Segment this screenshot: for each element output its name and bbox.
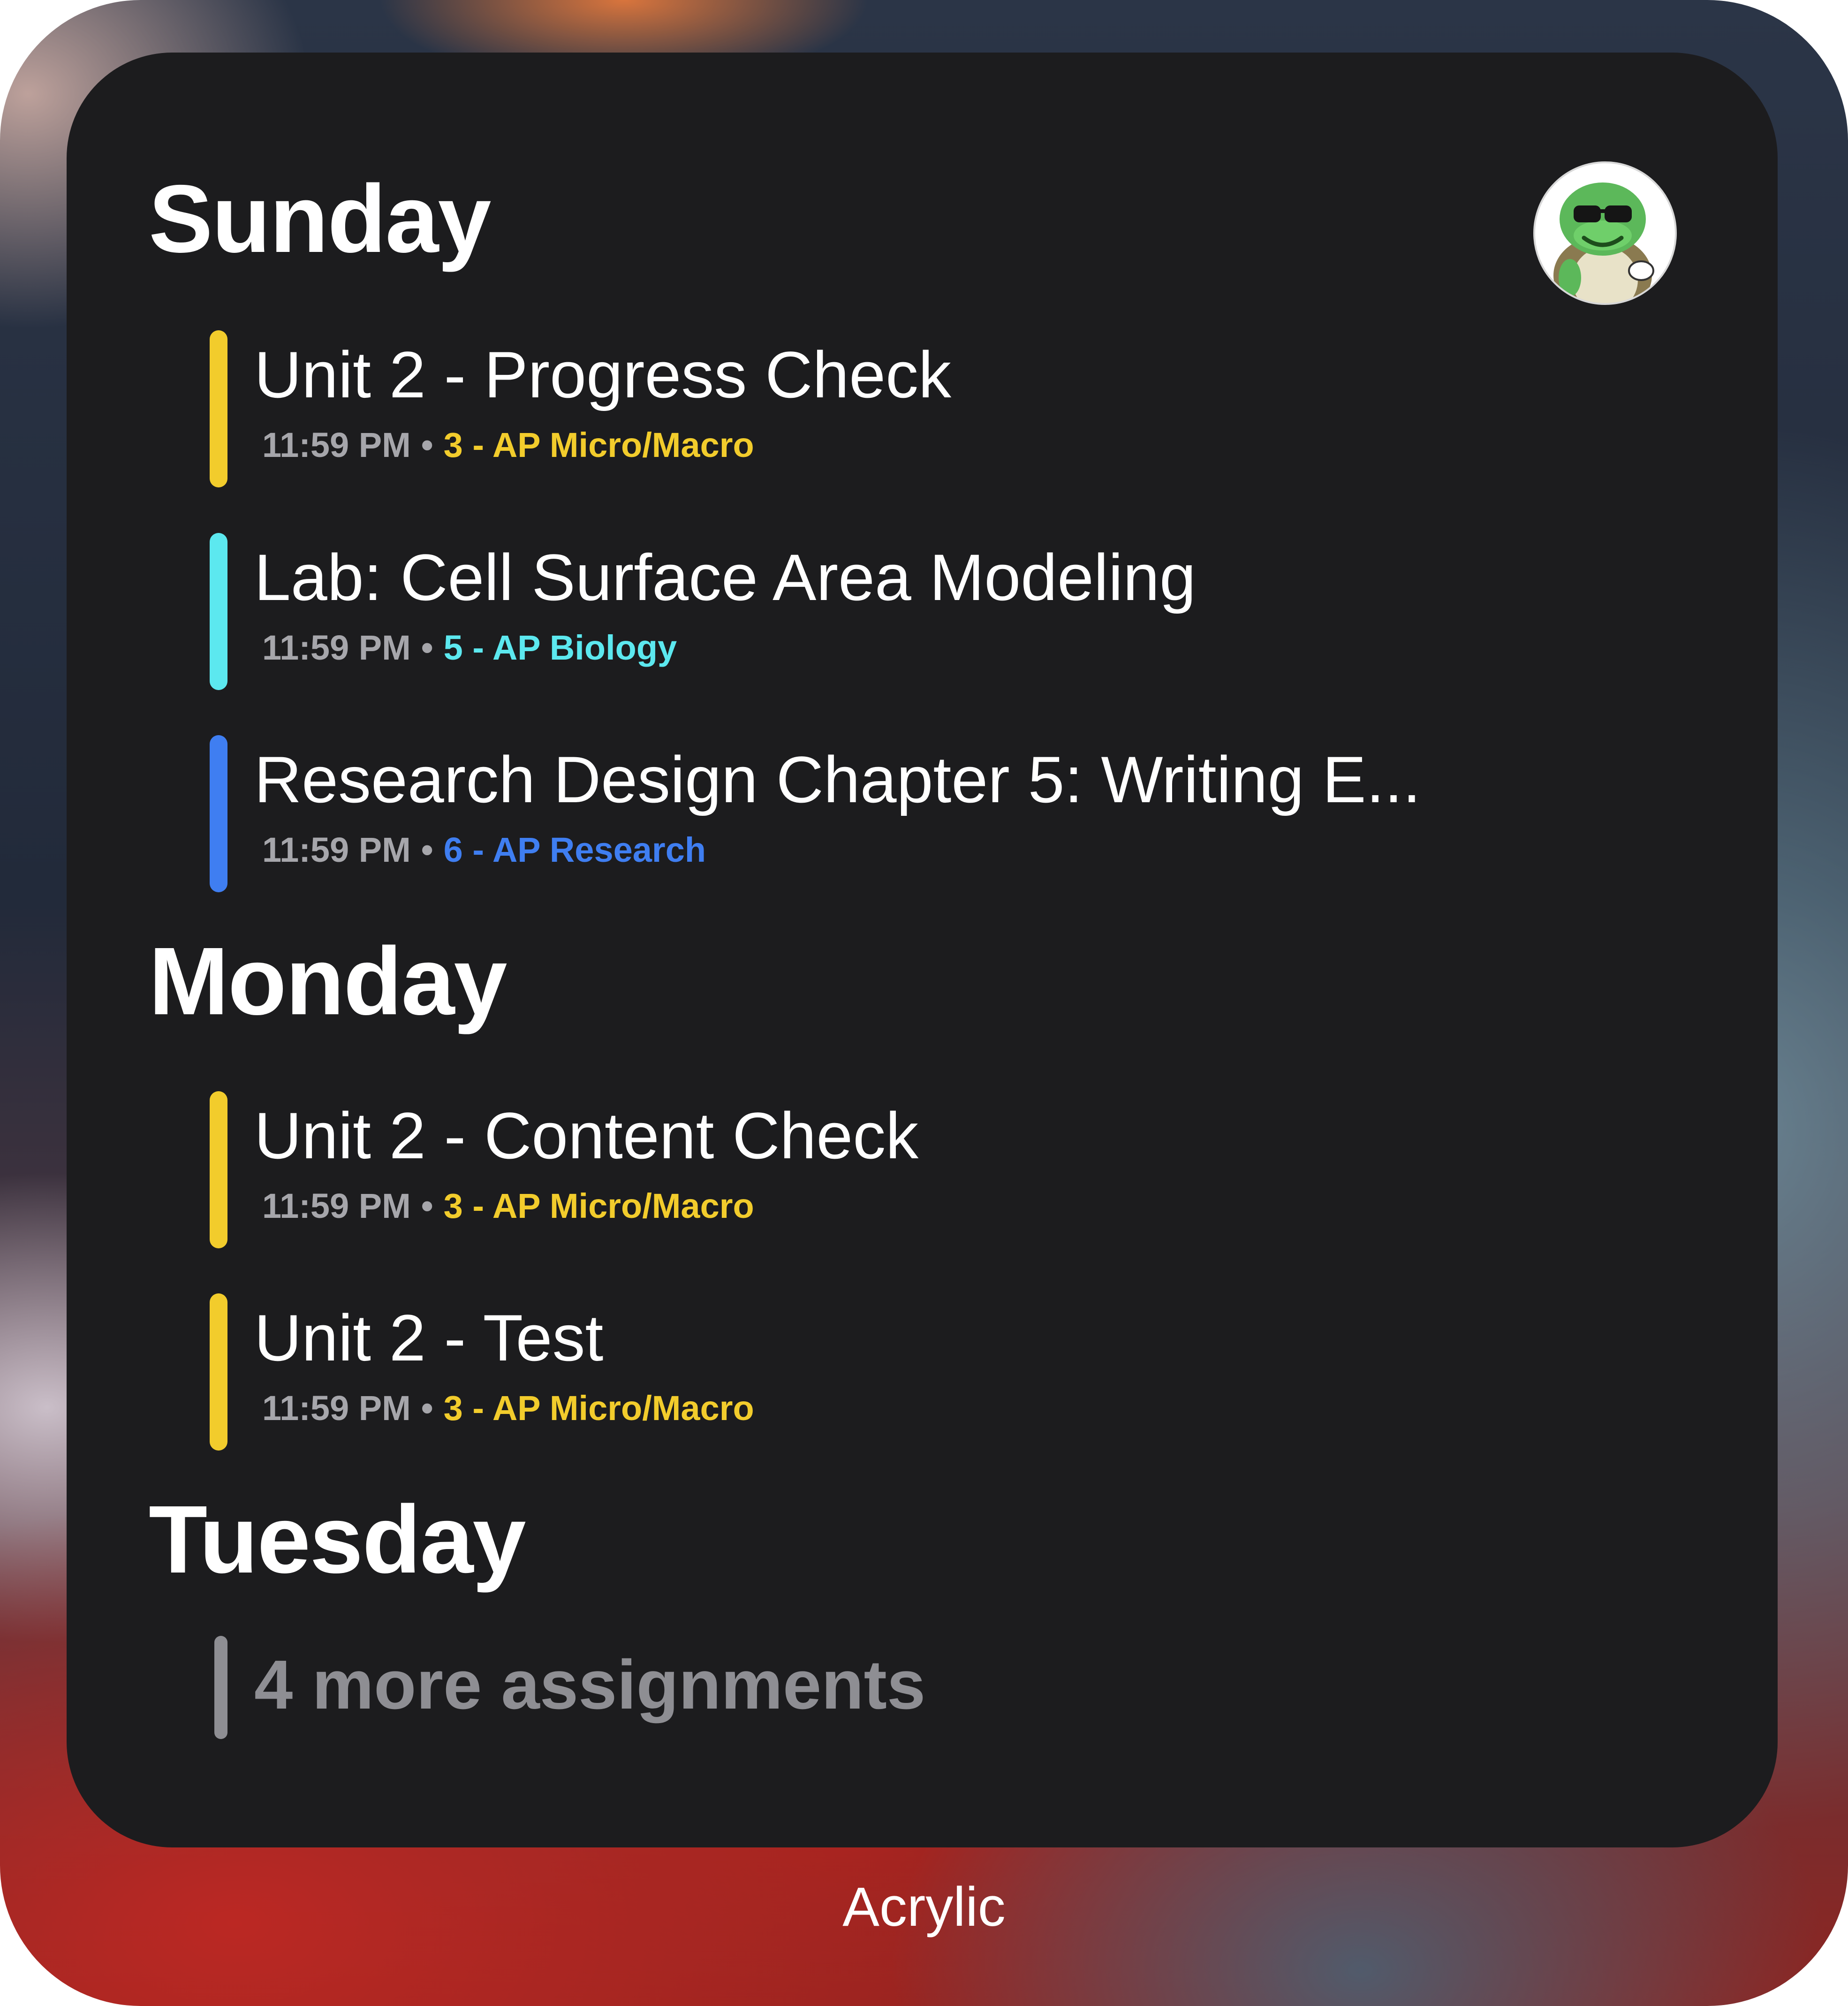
separator-dot: • [421,426,433,464]
due-time: 11:59 PM [262,1186,411,1225]
assignment-title: Unit 2 - Content Check [254,1099,919,1172]
course-name: 3 - AP Micro/Macro [443,426,754,464]
due-time: 11:59 PM [262,830,411,869]
home-screen-background: Sunday Unit 2 - Progress Check 11:59 PM … [0,0,1848,2006]
course-color-bar [210,1091,227,1248]
assignment-title: Unit 2 - Test [254,1301,604,1375]
course-color-bar [210,330,227,487]
assignment-meta: 11:59 PM • 5 - AP Biology [262,627,677,669]
separator-dot: • [421,1186,433,1225]
separator-dot: • [421,1389,433,1428]
assignments-widget[interactable]: Sunday Unit 2 - Progress Check 11:59 PM … [67,53,1778,1847]
more-assignments-label: 4 more assignments [254,1646,926,1724]
more-indicator-bar [214,1636,227,1739]
separator-dot: • [421,628,433,667]
due-time: 11:59 PM [262,426,411,464]
widget-app-name: Acrylic [842,1876,1006,1938]
separator-dot: • [421,830,433,869]
assignment-item[interactable]: Unit 2 - Test 11:59 PM • 3 - AP Micro/Macr… [210,1293,1654,1451]
assignment-title: Lab: Cell Surface Area Modeling [254,540,1196,614]
day-heading-tuesday: Tuesday [149,1486,526,1593]
due-time: 11:59 PM [262,1389,411,1428]
course-name: 3 - AP Micro/Macro [443,1389,754,1428]
more-assignments-item[interactable]: 4 more assignments [214,1636,1152,1739]
assignment-title: Research Design Chapter 5: Writing E... [254,743,1421,816]
course-name: 3 - AP Micro/Macro [443,1186,754,1225]
course-color-bar [210,735,227,892]
course-name: 5 - AP Biology [443,628,677,667]
turtle-avatar-icon [1532,160,1678,306]
due-time: 11:59 PM [262,628,411,667]
assignment-item[interactable]: Research Design Chapter 5: Writing E... … [210,735,1654,892]
course-color-bar [210,1293,227,1451]
assignment-item[interactable]: Unit 2 - Content Check 11:59 PM • 3 - AP M… [210,1091,1654,1248]
course-name: 6 - AP Research [443,830,706,869]
course-color-bar [210,533,227,690]
assignment-meta: 11:59 PM • 3 - AP Micro/Macro [262,424,754,466]
day-heading-monday: Monday [149,927,507,1035]
assignment-meta: 11:59 PM • 6 - AP Research [262,829,706,871]
assignment-item[interactable]: Lab: Cell Surface Area Modeling 11:59 PM… [210,533,1654,690]
assignment-item[interactable]: Unit 2 - Progress Check 11:59 PM • 3 - AP … [210,330,1654,487]
assignment-meta: 11:59 PM • 3 - AP Micro/Macro [262,1185,754,1227]
day-heading-sunday: Sunday [149,165,491,273]
assignment-title: Unit 2 - Progress Check [254,338,952,411]
assignment-meta: 11:59 PM • 3 - AP Micro/Macro [262,1387,754,1429]
